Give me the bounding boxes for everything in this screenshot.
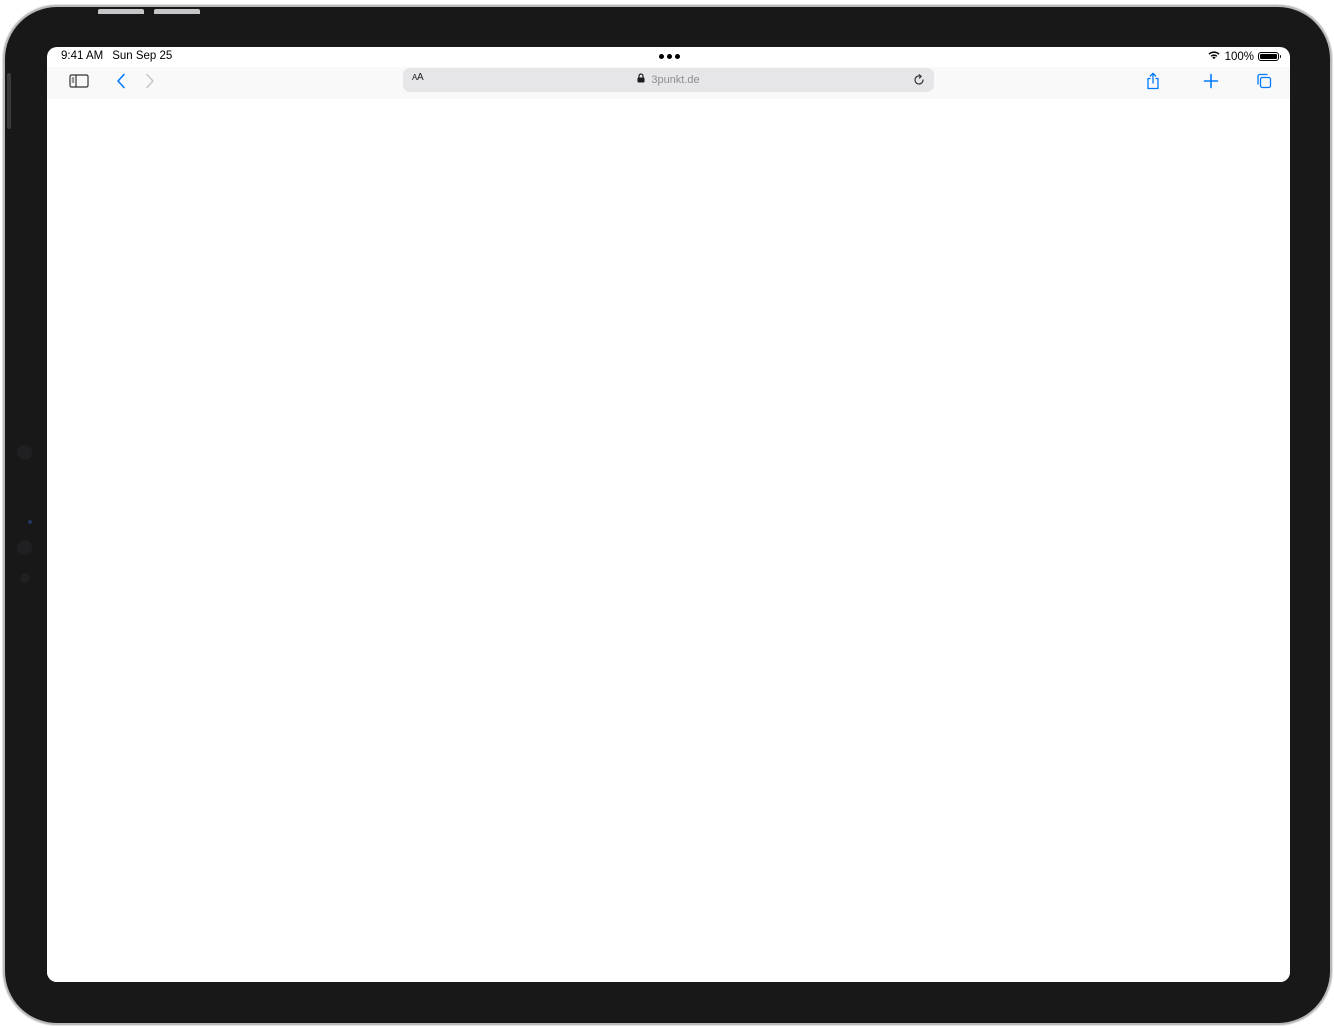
front-camera bbox=[28, 520, 32, 524]
status-date: Sun Sep 25 bbox=[112, 50, 173, 62]
chevron-left-icon[interactable] bbox=[113, 72, 129, 90]
battery-fill bbox=[1260, 54, 1277, 59]
top-button bbox=[7, 73, 11, 129]
url-text: 3punkt.de bbox=[651, 73, 700, 86]
battery-percent: 100% bbox=[1224, 50, 1254, 63]
volume-button bbox=[154, 9, 200, 14]
wifi-icon bbox=[1207, 50, 1221, 63]
address-bar[interactable]: AA 3punkt.de bbox=[403, 68, 934, 92]
status-time: 9:41 AM bbox=[61, 50, 104, 62]
sensor-dot bbox=[17, 540, 32, 555]
reload-icon[interactable] bbox=[913, 73, 925, 91]
status-time-date: 9:41 AM Sun Sep 25 bbox=[61, 50, 172, 62]
battery-icon bbox=[1258, 52, 1281, 61]
lock-icon bbox=[637, 73, 645, 86]
plus-icon[interactable] bbox=[1202, 72, 1220, 90]
browser-toolbar: AA 3punkt.de bbox=[47, 67, 1290, 99]
chevron-right-icon[interactable] bbox=[142, 72, 158, 90]
sensor-dot bbox=[17, 445, 32, 460]
web-content-area[interactable] bbox=[47, 99, 1290, 982]
screen: 9:41 AM Sun Sep 25 100% AA 3punkt.de bbox=[47, 47, 1290, 982]
tabs-overview-icon[interactable] bbox=[1255, 72, 1273, 90]
sensor-dot bbox=[20, 573, 30, 583]
multitasking-menu[interactable] bbox=[659, 54, 680, 59]
volume-button bbox=[98, 9, 144, 14]
status-right: 100% bbox=[1207, 50, 1281, 63]
share-icon[interactable] bbox=[1144, 71, 1162, 91]
sidebar-icon[interactable] bbox=[68, 73, 90, 89]
url-display[interactable]: 3punkt.de bbox=[403, 73, 934, 86]
status-bar: 9:41 AM Sun Sep 25 100% bbox=[47, 47, 1290, 67]
